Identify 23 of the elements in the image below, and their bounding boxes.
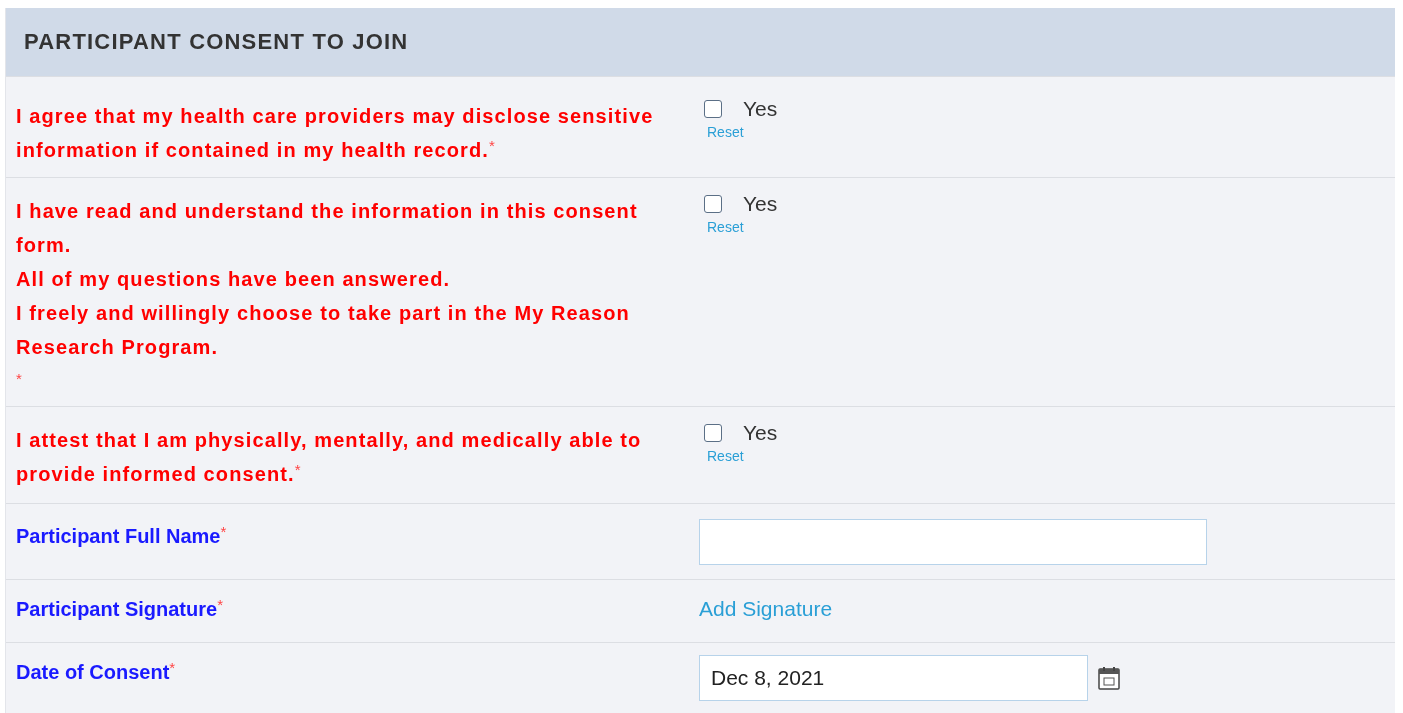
- option-label: Yes: [743, 97, 778, 121]
- field-label: Date of Consent*: [16, 658, 177, 685]
- question-text: All of my questions have been answered.: [16, 267, 452, 292]
- field-label: Participant Signature*: [16, 595, 224, 622]
- date-field[interactable]: Dec 8, 2021: [699, 655, 1088, 701]
- section-title: PARTICIPANT CONSENT TO JOIN: [24, 29, 409, 55]
- question-text: I freely and willingly choose to take part in the My Reason Research Program.: [16, 301, 631, 360]
- field-label: Participant Full Name*: [16, 522, 228, 549]
- required-mark: *: [16, 369, 23, 389]
- checkbox[interactable]: [704, 195, 722, 213]
- option-label: Yes: [743, 192, 778, 216]
- reset-link[interactable]: Reset: [707, 219, 744, 235]
- input-field[interactable]: [699, 519, 1207, 565]
- option-label: Yes: [743, 421, 778, 445]
- reset-link[interactable]: Reset: [707, 448, 744, 464]
- question-text: I have read and understand the information in this consent form.: [16, 199, 639, 258]
- question-text: I agree that my health care providers may disclose sensitive information if contained in my health record.*: [16, 104, 655, 163]
- question-text: I attest that I am physically, mentally, and medically able to provide informed consent.*: [16, 428, 643, 487]
- checkbox[interactable]: [704, 100, 722, 118]
- calendar-icon[interactable]: [1098, 666, 1120, 690]
- add-signature-link[interactable]: Add Signature: [699, 592, 833, 626]
- reset-link[interactable]: Reset: [707, 124, 744, 140]
- checkbox[interactable]: [704, 424, 722, 442]
